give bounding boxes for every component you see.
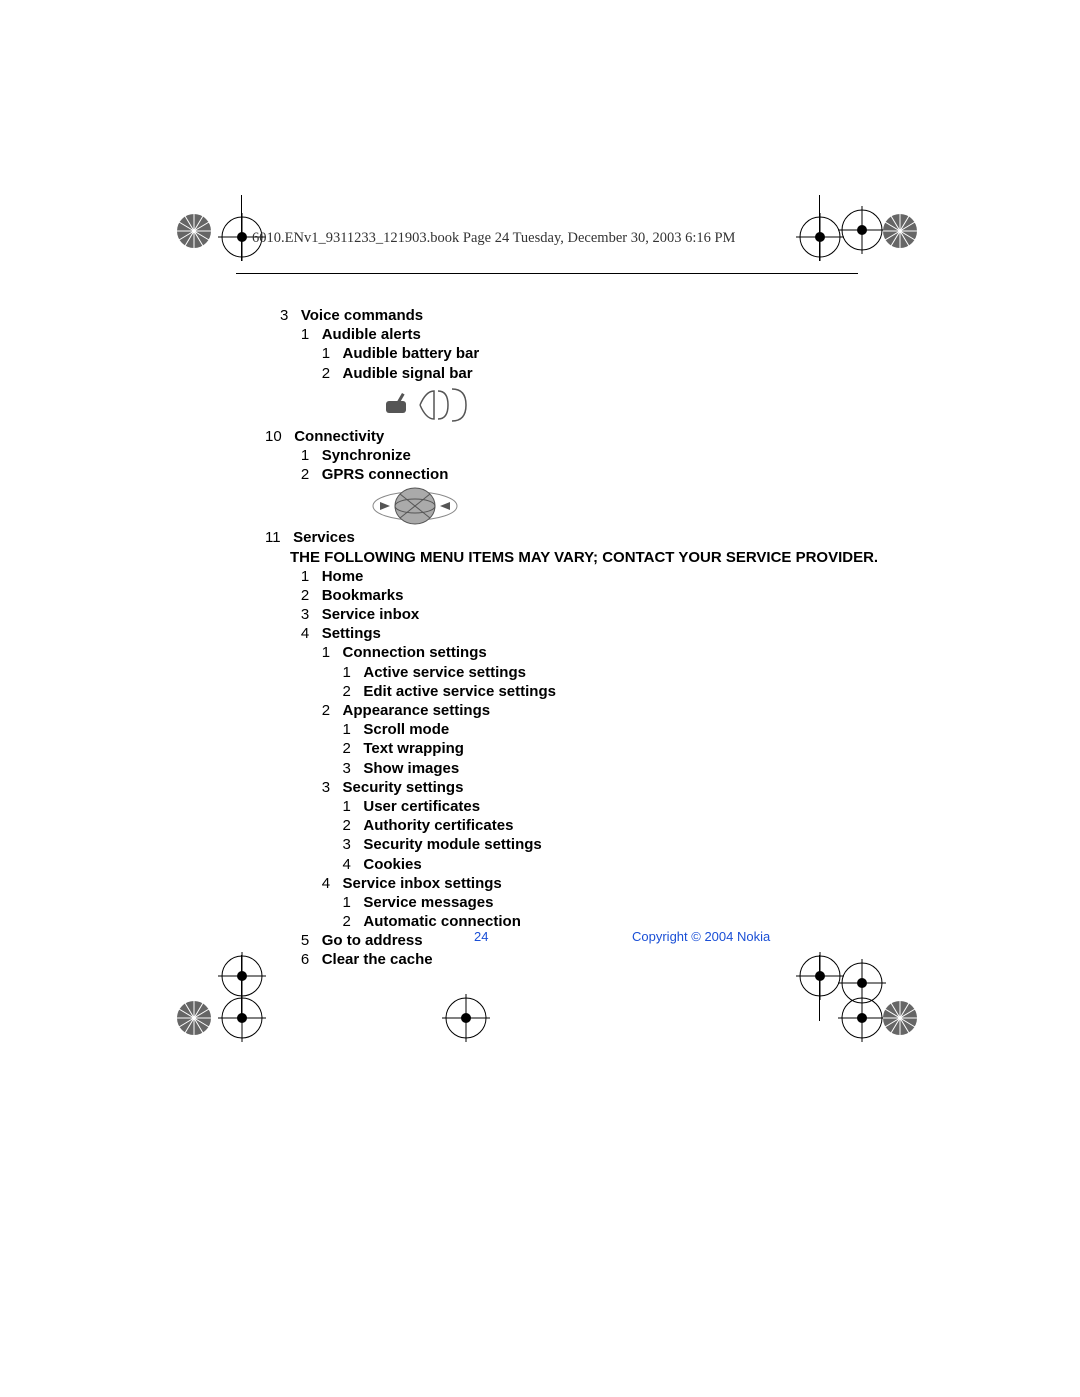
crop-line [819,195,820,261]
services-icon [280,484,470,528]
registration-mark-icon [218,952,266,1000]
sunburst-icon [176,1000,212,1036]
copyright-text: Copyright © 2004 Nokia [632,929,770,944]
manual-content: 3 Voice commands 1 Audible alerts 1 Audi… [280,306,880,970]
registration-mark-icon [838,994,886,1042]
crop-line [241,195,242,261]
registration-mark-icon [838,206,886,254]
sunburst-icon [882,213,918,249]
connectivity-icon [280,383,470,427]
crop-line [241,955,242,1021]
header-rule [236,273,858,274]
registration-mark-icon [796,213,844,261]
registration-mark-icon [442,994,490,1042]
registration-mark-icon [218,994,266,1042]
page-header: 6010.ENv1_9311233_121903.book Page 24 Tu… [252,230,735,247]
sunburst-icon [176,213,212,249]
page-number: 24 [474,929,488,944]
sunburst-icon [882,1000,918,1036]
